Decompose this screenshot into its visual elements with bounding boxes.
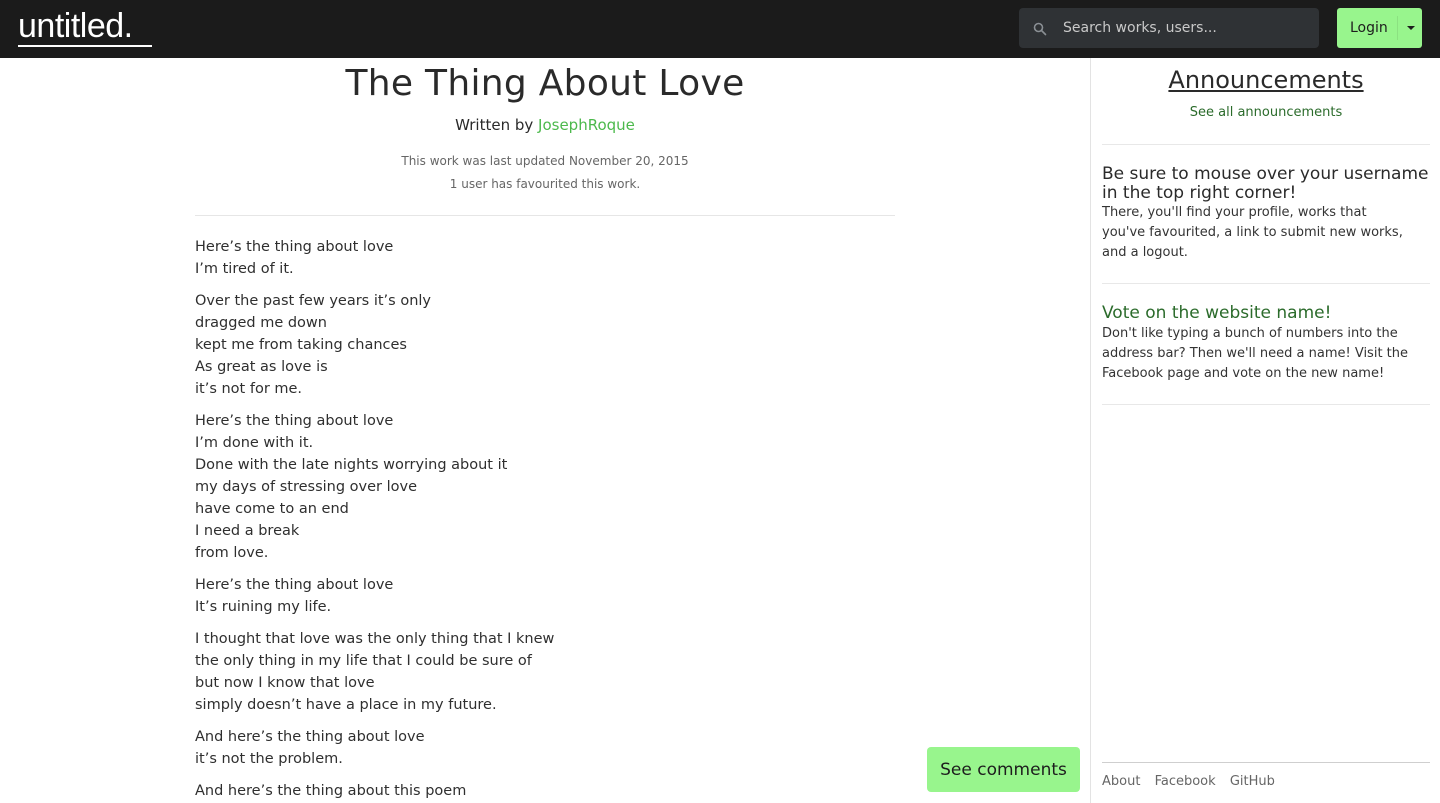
poem-line: Here’s the thing about love [195,577,394,593]
poem-line: my days of stressing over love [195,479,418,495]
poem-line: have come to an end [195,501,349,517]
poem-stanza: Here’s the thing about love I’m done with… [195,410,895,564]
poem-line: I need a break [195,523,300,539]
poem-line: dragged me down [195,315,327,331]
poem-line: it’s not the problem. [195,751,343,767]
poem-line: It’s ruining my life. [195,599,332,615]
see-comments-button[interactable]: See comments [927,747,1080,792]
poem-stanza: Here’s the thing about love It’s ruining … [195,574,895,618]
poem-line: I thought that love was the only thing t… [195,631,555,647]
search-icon [1033,21,1047,36]
announcements-title[interactable]: Announcements [1102,66,1430,94]
poem-line: but now I know that love [195,675,375,691]
poem-line: Done with the late nights worrying about… [195,457,508,473]
login-button[interactable]: Login [1337,8,1422,48]
poem-line: the only thing in my life that I could b… [195,653,532,669]
logo-underline [18,45,152,47]
sidebar-divider [1090,58,1091,803]
search-input[interactable] [1055,8,1315,48]
poem-line: from love. [195,545,269,561]
poem-line: I’m tired of it. [195,261,294,277]
sidebar-divider-2 [1102,283,1430,284]
announcement-body: There, you'll find your profile, works t… [1102,205,1403,260]
byline: Written by JosephRoque [195,116,895,134]
announcement-heading: Vote on the website name! [1102,303,1332,323]
poem-line: Over the past few years it’s only [195,293,431,309]
poem-line: it’s not for me. [195,381,303,397]
written-by-label: Written by [455,116,539,134]
work-title: The Thing About Love [345,63,745,104]
poem-line: And here’s the thing about this poem [195,783,467,799]
sidebar-divider-1 [1102,144,1430,145]
divider [195,215,895,216]
login-divider [1397,16,1398,40]
poem-line: kept me from taking chances [195,337,407,353]
footer-link-about[interactable]: About [1102,774,1140,789]
footer-link-facebook[interactable]: Facebook [1155,774,1216,789]
footer-links: About Facebook GitHub [1102,774,1285,789]
poem-stanza: And here’s the thing about love it’s not … [195,726,895,770]
poem-body: Here’s the thing about love I’m tired of … [195,236,895,803]
poem-line: Here’s the thing about love [195,239,394,255]
footer-divider [1102,762,1430,763]
announcement-heading: Be sure to mouse over your username in t… [1102,164,1429,203]
poem-line: simply doesn’t have a place in my future… [195,697,497,713]
poem-line: As great as love is [195,359,328,375]
author-link[interactable]: JosephRoque [538,116,635,134]
poem-line: I’m done with it. [195,435,314,451]
poem-stanza: I thought that love was the only thing t… [195,628,895,716]
see-all-announcements-link[interactable]: See all announcements [1102,105,1430,120]
poem-line: And here’s the thing about love [195,729,425,745]
chevron-down-icon[interactable] [1407,26,1415,30]
poem-stanza: And here’s the thing about this poem [195,780,895,802]
sidebar-divider-3 [1102,404,1430,405]
poem-stanza: Over the past few years it’s only dragged… [195,290,895,400]
poem-stanza: Here’s the thing about love I’m tired of … [195,236,895,280]
search-box[interactable] [1019,8,1319,48]
favourites-count-text: 1 user has favourited this work. [449,177,641,191]
footer-link-github[interactable]: GitHub [1230,774,1275,789]
top-navbar: untitled. Login [0,0,1440,58]
last-updated-text: This work was last updated November 20, … [401,154,689,168]
login-label: Login [1350,20,1388,36]
announcement-body: Don't like typing a bunch of numbers int… [1102,326,1409,381]
site-logo[interactable]: untitled. [18,4,133,48]
poem-line: Here’s the thing about love [195,413,394,429]
